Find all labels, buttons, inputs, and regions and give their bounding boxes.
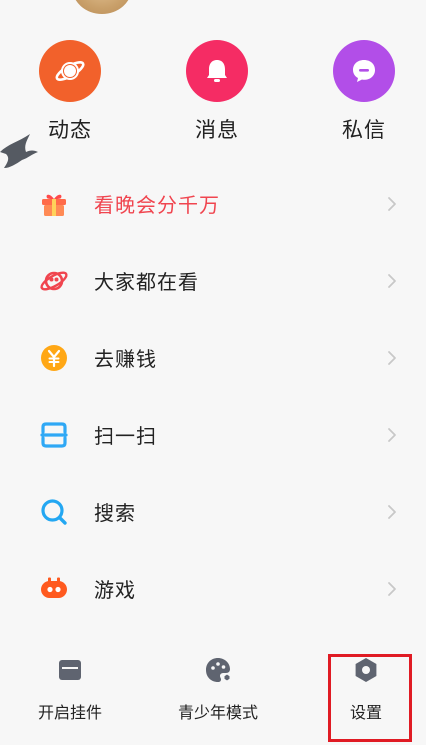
chevron-right-icon <box>388 504 396 519</box>
bell-icon <box>186 40 248 102</box>
scan-icon <box>38 419 70 451</box>
chevron-right-icon <box>388 196 396 211</box>
bottom-item-label: 青少年模式 <box>177 703 258 722</box>
menu-item-label: 扫一扫 <box>94 424 157 448</box>
chevron-right-icon <box>388 273 396 288</box>
chevron-right-icon <box>388 350 396 365</box>
menu-item-earn-money[interactable]: 去赚钱 <box>0 319 426 396</box>
search-icon <box>38 496 70 528</box>
menu-list: 看晚会分千万 大家都在看 去赚钱 扫一扫 搜索 游戏 <box>0 165 426 627</box>
quick-action-label: 消息 <box>195 118 239 142</box>
planet-icon <box>39 40 101 102</box>
gift-icon <box>38 188 70 220</box>
chevron-right-icon <box>388 581 396 596</box>
side-menu-panel: 动态 消息 私信 看晚会分千万 大家都在看 去赚钱 扫一扫 搜索 游戏 开启挂件… <box>0 0 426 745</box>
menu-item-label: 搜索 <box>94 501 136 525</box>
menu-item-search[interactable]: 搜索 <box>0 473 426 550</box>
gamepad-icon <box>38 573 70 605</box>
menu-item-label: 看晚会分千万 <box>94 193 220 217</box>
teen-mode-icon <box>203 655 233 685</box>
quick-action-dynamic[interactable]: 动态 <box>25 40 115 144</box>
menu-item-label: 大家都在看 <box>94 270 199 294</box>
menu-item-label: 去赚钱 <box>94 347 157 371</box>
settings-highlight-box <box>328 654 412 742</box>
widget-icon <box>55 655 85 685</box>
menu-item-trending[interactable]: 大家都在看 <box>0 242 426 319</box>
chat-bubble-icon <box>333 40 395 102</box>
avatar[interactable] <box>72 0 132 14</box>
coin-icon <box>38 342 70 374</box>
bottom-item-label: 开启挂件 <box>37 703 102 722</box>
quick-action-private-message[interactable]: 私信 <box>319 40 409 144</box>
menu-item-games[interactable]: 游戏 <box>0 550 426 627</box>
menu-item-label: 游戏 <box>94 578 136 602</box>
quick-action-label: 私信 <box>342 118 386 142</box>
teen-mode-button[interactable]: 青少年模式 <box>170 655 266 723</box>
widget-button[interactable]: 开启挂件 <box>32 655 108 723</box>
chevron-right-icon <box>388 427 396 442</box>
menu-item-scan[interactable]: 扫一扫 <box>0 396 426 473</box>
menu-item-gala[interactable]: 看晚会分千万 <box>0 165 426 242</box>
quick-action-label: 动态 <box>48 118 92 142</box>
quick-action-messages[interactable]: 消息 <box>172 40 262 144</box>
eye-planet-icon <box>38 265 70 297</box>
quick-actions: 动态 消息 私信 <box>0 40 426 150</box>
